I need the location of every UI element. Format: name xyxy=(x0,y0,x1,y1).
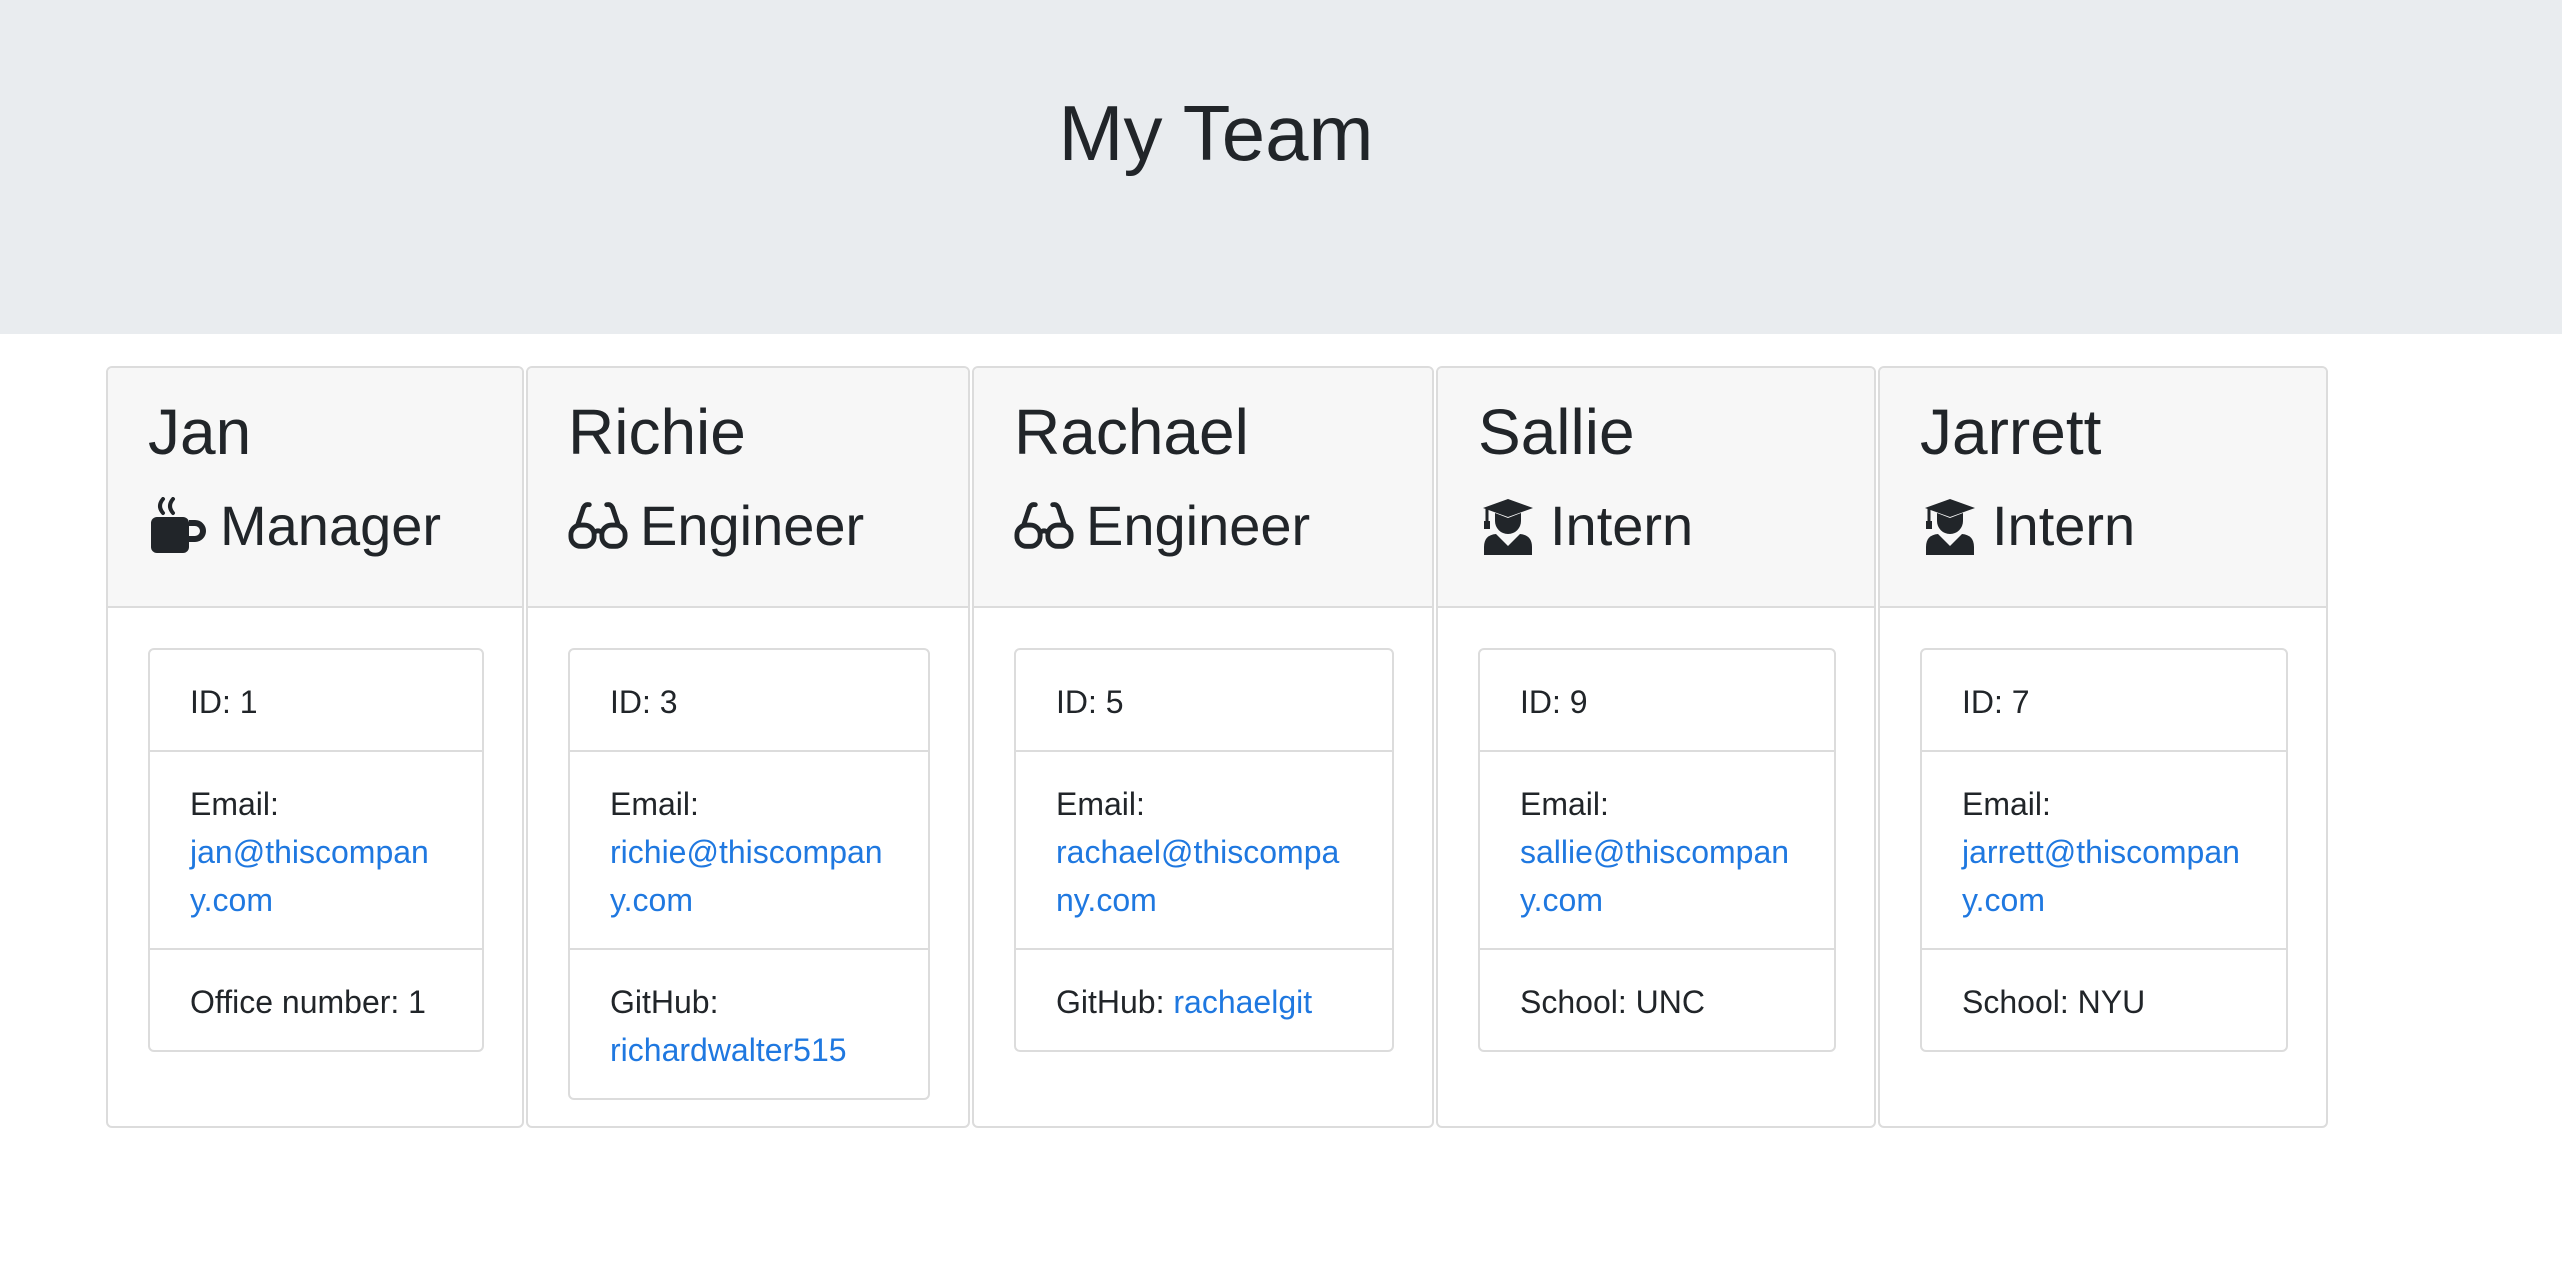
employee-name: Sallie xyxy=(1478,396,1635,468)
card-header: Richie Engineer xyxy=(528,368,968,608)
glasses-icon xyxy=(1014,496,1074,556)
card-header: Rachael Engineer xyxy=(974,368,1432,608)
email-item: Email: jan@thiscompany.com xyxy=(150,752,482,950)
mug-icon xyxy=(148,496,208,556)
card-body: ID: 9 Email: sallie@thiscompany.com Scho… xyxy=(1438,608,1874,1052)
email-link[interactable]: richie@thiscompany.com xyxy=(610,834,883,918)
card-header: Jan Manager xyxy=(108,368,522,608)
id-item: ID: 9 xyxy=(1480,650,1834,752)
github-item: GitHub: rachaelgit xyxy=(1016,950,1392,1050)
info-list: ID: 9 Email: sallie@thiscompany.com Scho… xyxy=(1478,648,1836,1052)
role-label: Intern xyxy=(1550,494,1694,557)
graduate-icon xyxy=(1478,496,1538,556)
role-label: Intern xyxy=(1992,494,2136,557)
employee-card: Jan Manager ID: 1 Email: jan@thiscompany… xyxy=(106,366,524,1128)
page-header: My Team xyxy=(0,0,2562,334)
email-link[interactable]: sallie@thiscompany.com xyxy=(1520,834,1789,918)
id-item: ID: 7 xyxy=(1922,650,2286,752)
card-header: Jarrett Intern xyxy=(1880,368,2326,608)
employee-name: Jarrett xyxy=(1920,396,2102,468)
employee-role: Engineer xyxy=(568,496,968,556)
school-item: School: NYU xyxy=(1962,984,2146,1020)
employee-name: Jan xyxy=(148,396,252,468)
card-body: ID: 3 Email: richie@thiscompany.com GitH… xyxy=(528,608,968,1100)
id-item: ID: 3 xyxy=(570,650,928,752)
email-link[interactable]: rachael@thiscompany.com xyxy=(1056,834,1339,918)
email-link[interactable]: jan@thiscompany.com xyxy=(190,834,429,918)
role-label: Engineer xyxy=(1086,494,1311,557)
school-item: School: UNC xyxy=(1520,984,1705,1020)
employee-role: Engineer xyxy=(1014,496,1432,556)
info-list: ID: 3 Email: richie@thiscompany.com GitH… xyxy=(568,648,930,1100)
employee-card: Sallie Intern ID: 9 Email: sallie@thisco… xyxy=(1436,366,1876,1128)
github-link[interactable]: richardwalter515 xyxy=(610,1032,847,1068)
employee-name: Richie xyxy=(568,396,746,468)
page-title: My Team xyxy=(1058,89,1374,177)
employee-card: Jarrett Intern ID: 7 Email: jarrett@this… xyxy=(1878,366,2328,1128)
employee-role: Intern xyxy=(1478,496,1874,556)
github-label: GitHub: xyxy=(610,984,719,1020)
team-cards: Jan Manager ID: 1 Email: jan@thiscompany… xyxy=(106,366,2330,1128)
email-label: Email: xyxy=(1056,786,1145,822)
role-label: Manager xyxy=(220,494,442,557)
employee-card: Richie Engineer ID: 3 Email: richie@this… xyxy=(526,366,970,1128)
employee-role: Intern xyxy=(1920,496,2326,556)
id-item: ID: 5 xyxy=(1016,650,1392,752)
github-item: GitHub: richardwalter515 xyxy=(570,950,928,1098)
role-label: Engineer xyxy=(640,494,865,557)
email-item: Email: sallie@thiscompany.com xyxy=(1480,752,1834,950)
card-body: ID: 5 Email: rachael@thiscompany.com Git… xyxy=(974,608,1432,1052)
info-list: ID: 5 Email: rachael@thiscompany.com Git… xyxy=(1014,648,1394,1052)
email-item: Email: rachael@thiscompany.com xyxy=(1016,752,1392,950)
email-item: Email: jarrett@thiscompany.com xyxy=(1922,752,2286,950)
email-label: Email: xyxy=(1962,786,2051,822)
card-body: ID: 1 Email: jan@thiscompany.com Office … xyxy=(108,608,522,1052)
info-list: ID: 7 Email: jarrett@thiscompany.com Sch… xyxy=(1920,648,2288,1052)
card-header: Sallie Intern xyxy=(1438,368,1874,608)
email-label: Email: xyxy=(1520,786,1609,822)
office-number-item: Office number: 1 xyxy=(190,984,426,1020)
email-label: Email: xyxy=(610,786,699,822)
github-label: GitHub: xyxy=(1056,984,1174,1020)
glasses-icon xyxy=(568,496,628,556)
email-item: Email: richie@thiscompany.com xyxy=(570,752,928,950)
github-link[interactable]: rachaelgit xyxy=(1173,984,1312,1020)
email-link[interactable]: jarrett@thiscompany.com xyxy=(1962,834,2240,918)
employee-card: Rachael Engineer ID: 5 Email: rachael@th… xyxy=(972,366,1434,1128)
id-item: ID: 1 xyxy=(150,650,482,752)
graduate-icon xyxy=(1920,496,1980,556)
employee-role: Manager xyxy=(148,496,522,556)
info-list: ID: 1 Email: jan@thiscompany.com Office … xyxy=(148,648,484,1052)
employee-name: Rachael xyxy=(1014,396,1249,468)
card-body: ID: 7 Email: jarrett@thiscompany.com Sch… xyxy=(1880,608,2326,1052)
email-label: Email: xyxy=(190,786,279,822)
